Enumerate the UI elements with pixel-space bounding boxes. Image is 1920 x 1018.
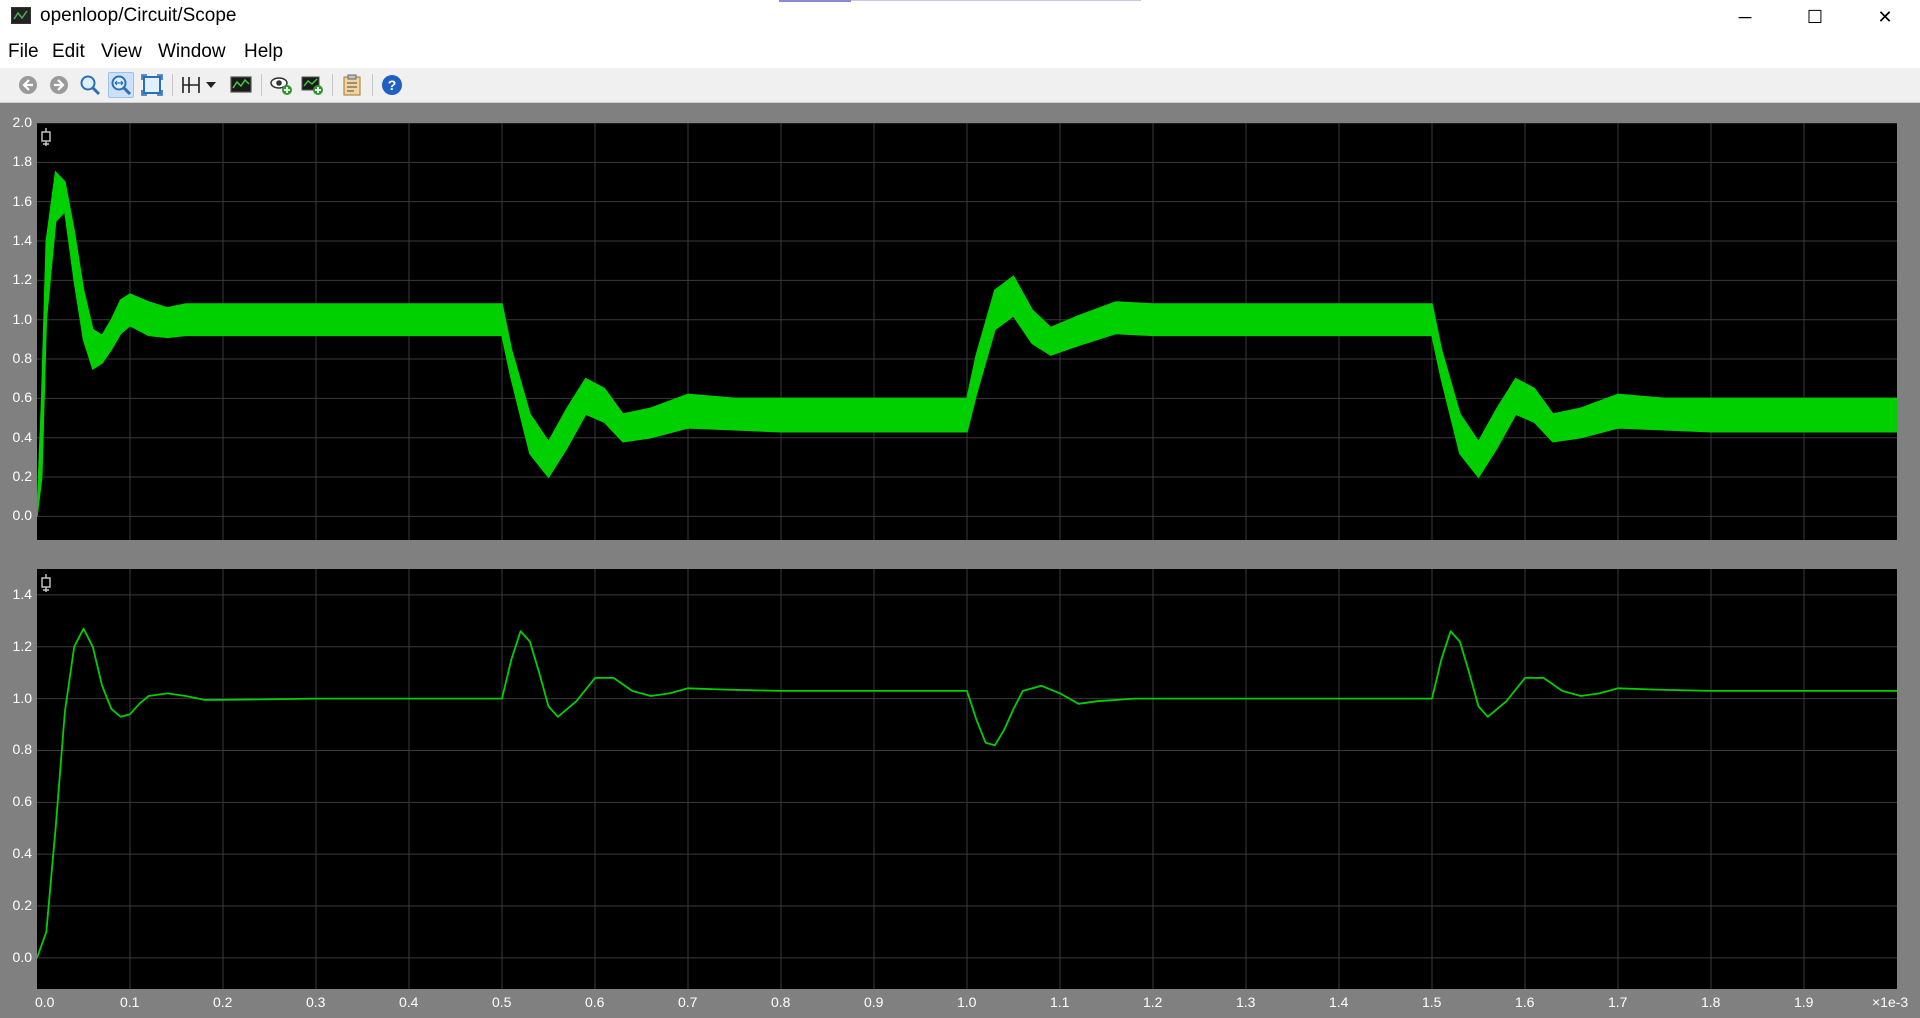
plot2-panel[interactable]	[36, 569, 1897, 989]
plot1-panel[interactable]	[36, 122, 1898, 540]
title-bar: openloop/Circuit/Scope ─ ☐ ✕	[0, 0, 1920, 34]
y-tick-label: 1.6	[12, 192, 32, 209]
clipboard-icon[interactable]	[339, 72, 365, 98]
y-tick-label: 0.6	[12, 793, 32, 810]
y-tick-label: 0.8	[12, 741, 32, 758]
export-icon[interactable]	[299, 72, 325, 98]
x-tick-label: 1.2	[1143, 994, 1163, 1010]
pin-icon[interactable]	[39, 127, 53, 147]
plot1-chart	[36, 122, 1898, 540]
toolbar-separator	[172, 74, 173, 96]
x-tick-label: 0.2	[213, 994, 233, 1010]
maximize-button[interactable]: ☐	[1780, 0, 1850, 34]
zoom-in-icon[interactable]	[77, 72, 103, 98]
x-tick-label: 0.5	[492, 994, 512, 1010]
title-accent	[779, 0, 851, 2]
menu-bar: File Edit View Window Help	[0, 34, 1920, 68]
y-tick-label: 0.4	[12, 428, 32, 445]
y-tick-label: 1.2	[12, 637, 32, 654]
x-tick-label: 1.0	[957, 994, 977, 1010]
x-tick-label: 1.4	[1329, 994, 1349, 1010]
scope-app-icon	[11, 7, 31, 24]
fit-icon[interactable]	[139, 72, 165, 98]
x-tick-label: 1.1	[1050, 994, 1070, 1010]
toolbar-separator	[372, 74, 373, 96]
y-tick-label: 0.0	[12, 507, 32, 524]
menu-help[interactable]: Help	[244, 41, 283, 63]
toolbar-separator	[332, 74, 333, 96]
back-icon[interactable]	[15, 72, 41, 98]
toolbar-separator	[261, 74, 262, 96]
y-tick-label: 0.0	[12, 948, 32, 965]
x-tick-label: 0.4	[399, 994, 419, 1010]
x-tick-label: 1.5	[1422, 994, 1442, 1010]
x-tick-label: 0.0	[35, 994, 55, 1010]
y-tick-label: 0.4	[12, 845, 32, 862]
y-tick-label: 1.4	[12, 232, 32, 249]
x-tick-label: 0.1	[120, 994, 140, 1010]
menu-view[interactable]: View	[101, 41, 142, 63]
help-icon[interactable]: ?	[379, 72, 405, 98]
zoom-x-icon[interactable]	[108, 72, 134, 98]
minimize-button[interactable]: ─	[1710, 0, 1780, 34]
cursor-icon[interactable]	[178, 72, 204, 98]
x-tick-label: 1.8	[1701, 994, 1721, 1010]
y-tick-label: 1.4	[12, 585, 32, 602]
x-tick-label: 0.8	[771, 994, 791, 1010]
svg-text:?: ?	[388, 77, 397, 93]
x-tick-label: 1.7	[1608, 994, 1628, 1010]
forward-icon[interactable]	[46, 72, 72, 98]
x-tick-label: 1.9	[1794, 994, 1814, 1010]
plot2-chart	[36, 569, 1897, 989]
y-tick-label: 2.0	[12, 114, 32, 130]
y-tick-label: 1.0	[12, 310, 32, 327]
x-tick-label: 0.6	[585, 994, 605, 1010]
y-tick-label: 0.2	[12, 468, 32, 485]
close-button[interactable]: ✕	[1850, 0, 1920, 34]
title-accent-line	[851, 0, 1141, 1]
menu-file[interactable]: File	[8, 41, 39, 63]
x-tick-label: 0.9	[864, 994, 884, 1010]
toolbar: ?	[0, 68, 1920, 103]
y-tick-label: 1.2	[12, 271, 32, 288]
window-title: openloop/Circuit/Scope	[40, 5, 237, 26]
display-icon[interactable]	[228, 72, 254, 98]
x-tick-label: 1.6	[1515, 994, 1535, 1010]
menu-edit[interactable]: Edit	[52, 41, 85, 63]
x-tick-label: 0.3	[306, 994, 326, 1010]
y-tick-label: 0.2	[12, 897, 32, 914]
dropdown-icon[interactable]	[204, 72, 218, 98]
menu-window[interactable]: Window	[158, 41, 226, 63]
view-add-icon[interactable]	[268, 72, 294, 98]
x-axis-multiplier: ×1e-3	[1872, 994, 1909, 1010]
y-tick-label: 0.6	[12, 389, 32, 406]
x-tick-label: 1.3	[1236, 994, 1256, 1010]
y-tick-label: 0.8	[12, 350, 32, 367]
pin-icon[interactable]	[39, 573, 53, 593]
y-tick-label: 1.0	[12, 689, 32, 706]
y-tick-label: 1.8	[12, 153, 32, 170]
x-tick-label: 0.7	[678, 994, 698, 1010]
